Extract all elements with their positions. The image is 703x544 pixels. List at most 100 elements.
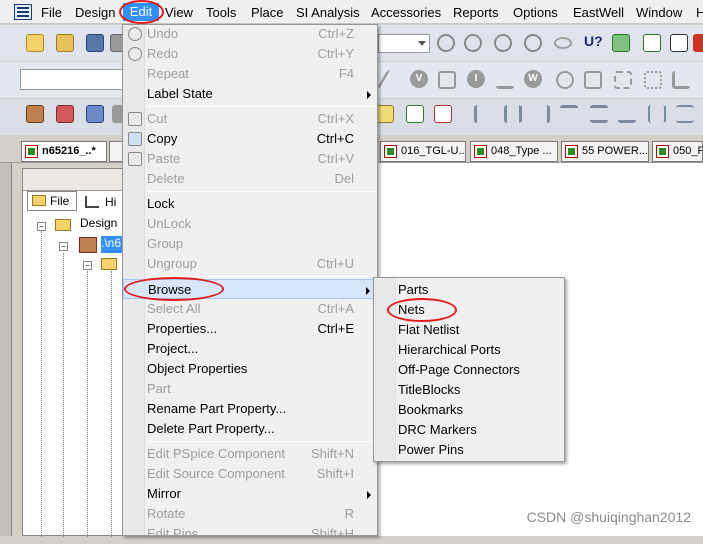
tree-collapse-toggle[interactable]: −: [59, 242, 68, 251]
menu-help[interactable]: H: [696, 4, 703, 21]
menu-item-properties[interactable]: Properties... Ctrl+E: [123, 319, 377, 339]
submenu-item-bookmarks[interactable]: Bookmarks: [374, 400, 564, 420]
menu-window[interactable]: Window: [636, 4, 682, 21]
align-top-icon[interactable]: [560, 105, 578, 123]
new-icon[interactable]: [26, 34, 44, 52]
zoom-all-icon[interactable]: [524, 34, 542, 52]
netlist-icon[interactable]: [670, 34, 688, 52]
menu-edit[interactable]: Edit: [123, 3, 159, 21]
menu-item-rename-part-property[interactable]: Rename Part Property...: [123, 399, 377, 419]
mark-icon[interactable]: [86, 105, 104, 123]
zoom-in-icon[interactable]: [437, 34, 455, 52]
tree-design-file[interactable]: .\n6: [101, 236, 123, 253]
menu-item-edit-pspice-component[interactable]: Edit PSpice Component Shift+N: [123, 444, 377, 464]
align-bottom-icon[interactable]: [618, 105, 636, 123]
tab-hierarchy-view[interactable]: Hi: [81, 193, 123, 211]
submenu-item-parts[interactable]: Parts: [374, 280, 564, 300]
menu-item-lock[interactable]: Lock: [123, 194, 377, 214]
menu-item-rotate[interactable]: Rotate R: [123, 504, 377, 524]
menu-item-copy[interactable]: Copy Ctrl+C: [123, 129, 377, 149]
menu-item-object-properties[interactable]: Object Properties: [123, 359, 377, 379]
distribute-h-icon[interactable]: [648, 105, 666, 123]
part-search-field[interactable]: [20, 69, 124, 90]
tab-file-view[interactable]: File: [27, 191, 77, 211]
zoom-out-icon[interactable]: [464, 34, 482, 52]
menu-accessories[interactable]: Accessories: [371, 4, 441, 21]
menu-view[interactable]: View: [165, 4, 193, 21]
save-icon[interactable]: [86, 34, 104, 52]
open-folder-icon[interactable]: [56, 34, 74, 52]
menu-si-analysis[interactable]: SI Analysis: [296, 4, 360, 21]
menu-item-group[interactable]: Group: [123, 234, 377, 254]
marker-icon[interactable]: [438, 71, 456, 89]
zoom-combo[interactable]: [378, 34, 430, 53]
submenu-item-hierarchical-ports[interactable]: Hierarchical Ports: [374, 340, 564, 360]
check-icon[interactable]: [643, 34, 661, 52]
doc-delete-icon[interactable]: [434, 105, 452, 123]
menu-item-select-all[interactable]: Select All Ctrl+A: [123, 299, 377, 319]
menu-reports[interactable]: Reports: [453, 4, 499, 21]
align-right-icon[interactable]: [532, 105, 550, 123]
help-u-icon[interactable]: U?: [584, 33, 603, 51]
menu-eastwell[interactable]: EastWell: [573, 4, 624, 21]
menu-design[interactable]: Design: [75, 4, 115, 21]
menu-item-cut[interactable]: Cut Ctrl+X: [123, 109, 377, 129]
tab-doc-55[interactable]: 55 POWER...: [561, 141, 649, 162]
menu-item-delete-part-property[interactable]: Delete Part Property...: [123, 419, 377, 439]
menu-item-undo[interactable]: Undo Ctrl+Z: [123, 24, 377, 44]
tab-doc-050[interactable]: 050_Po: [652, 141, 703, 162]
tab-doc-048[interactable]: 048_Type ...: [470, 141, 558, 162]
menu-item-mirror[interactable]: Mirror: [123, 484, 377, 504]
menu-item-delete[interactable]: Delete Del: [123, 169, 377, 189]
menu-item-repeat[interactable]: Repeat F4: [123, 64, 377, 84]
menu-item-edit-pins[interactable]: Edit Pins Shift+H: [123, 524, 377, 544]
pencil-icon[interactable]: [376, 105, 394, 123]
submenu-item-titleblocks[interactable]: TitleBlocks: [374, 380, 564, 400]
menu-place[interactable]: Place: [251, 4, 284, 21]
menu-tools[interactable]: Tools: [206, 4, 236, 21]
tab-main-project[interactable]: n65216_..*: [21, 141, 107, 162]
tree-root-label[interactable]: Design: [80, 216, 117, 230]
menu-item-redo[interactable]: Redo Ctrl+Y: [123, 44, 377, 64]
menu-item-ungroup[interactable]: Ungroup Ctrl+U: [123, 254, 377, 274]
menu-item-paste[interactable]: Paste Ctrl+V: [123, 149, 377, 169]
component-icon[interactable]: [26, 105, 44, 123]
settings-icon[interactable]: [614, 71, 632, 89]
app-icon[interactable]: [14, 4, 32, 20]
align-left-icon[interactable]: [474, 105, 492, 123]
menu-item-edit-source-component[interactable]: Edit Source Component Shift+I: [123, 464, 377, 484]
chart-icon[interactable]: [672, 71, 690, 89]
submenu-item-off-page-connectors[interactable]: Off-Page Connectors: [374, 360, 564, 380]
menu-item-label-state[interactable]: Label State: [123, 84, 377, 104]
bom-icon[interactable]: [693, 34, 703, 52]
align-middle-icon[interactable]: [590, 105, 608, 123]
menu-item-part[interactable]: Part: [123, 379, 377, 399]
doc-add-icon[interactable]: [406, 105, 424, 123]
align-center-icon[interactable]: [504, 105, 522, 123]
eye-icon[interactable]: [554, 37, 572, 49]
tree-collapse-toggle[interactable]: −: [37, 222, 46, 231]
current-marker-icon[interactable]: I: [467, 70, 485, 88]
distribute-v-icon[interactable]: [676, 105, 694, 123]
submenu-item-flat-netlist[interactable]: Flat Netlist: [374, 320, 564, 340]
voltage-marker-icon[interactable]: V: [410, 70, 428, 88]
tab-hidden[interactable]: [109, 141, 123, 162]
menu-options[interactable]: Options: [513, 4, 558, 21]
crosshair-icon[interactable]: [584, 71, 602, 89]
probe-icon[interactable]: [496, 71, 514, 89]
submenu-item-power-pins[interactable]: Power Pins: [374, 440, 564, 460]
menu-item-project[interactable]: Project...: [123, 339, 377, 359]
power-marker-icon[interactable]: W: [524, 70, 542, 88]
tree-collapse-toggle[interactable]: −: [83, 261, 92, 270]
annotate-icon[interactable]: [612, 34, 630, 52]
tab-doc-016[interactable]: 016_TGL-U...: [380, 141, 466, 162]
submenu-item-nets[interactable]: Nets: [374, 300, 564, 320]
menu-file[interactable]: File: [41, 4, 62, 21]
menu-item-unlock[interactable]: UnLock: [123, 214, 377, 234]
zoom-area-icon[interactable]: [494, 34, 512, 52]
wire-icon[interactable]: [376, 70, 406, 88]
sim-icon[interactable]: [556, 71, 574, 89]
grid-icon[interactable]: [56, 105, 74, 123]
menu-item-browse[interactable]: Browse: [123, 279, 377, 299]
gear-icon[interactable]: [644, 71, 662, 89]
